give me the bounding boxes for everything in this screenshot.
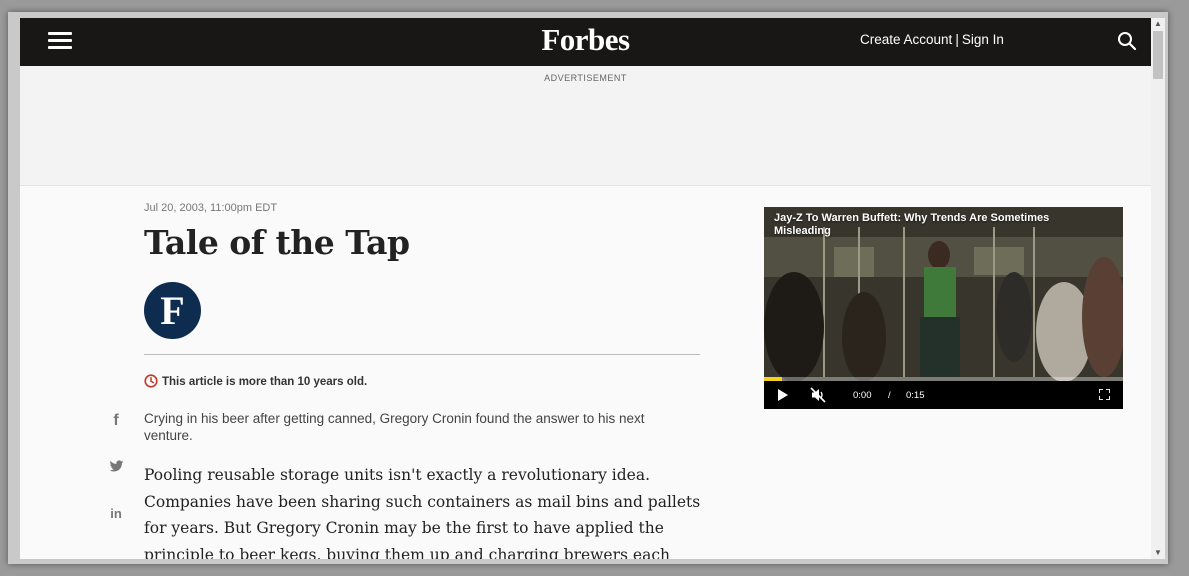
page-viewport: Forbes Create Account | Sign In ADVERTISEM… xyxy=(20,18,1151,559)
search-icon[interactable] xyxy=(1117,31,1137,51)
video-player[interactable]: Jay-Z To Warren Buffett: Why Trends Are … xyxy=(764,207,1123,409)
browser-window: Forbes Create Account | Sign In ADVERTISEM… xyxy=(8,12,1168,564)
scroll-up-arrow-icon[interactable]: ▲ xyxy=(1151,18,1165,30)
article-age-text: This article is more than 10 years old. xyxy=(162,376,368,388)
linkedin-icon[interactable]: in xyxy=(106,506,126,521)
advertisement-slot: ADVERTISEMENT xyxy=(20,66,1151,186)
divider xyxy=(144,354,700,355)
video-controls: 0:00 / 0:15 xyxy=(764,381,1123,409)
article-age-notice: This article is more than 10 years old. xyxy=(144,374,367,388)
clock-icon xyxy=(144,374,158,388)
sign-in-link[interactable]: Sign In xyxy=(962,32,1004,47)
account-links: Create Account | Sign In xyxy=(860,32,1004,47)
create-account-link[interactable]: Create Account xyxy=(860,32,952,47)
scroll-down-arrow-icon[interactable]: ▼ xyxy=(1151,547,1165,559)
account-separator: | xyxy=(955,32,959,47)
video-duration: 0:15 xyxy=(906,390,925,401)
article-body: Pooling reusable storage units isn't exa… xyxy=(144,466,701,559)
author-avatar[interactable]: F xyxy=(144,282,201,339)
top-navbar: Forbes Create Account | Sign In xyxy=(20,18,1151,66)
twitter-icon[interactable] xyxy=(106,460,126,478)
article-headline: Tale of the Tap xyxy=(144,223,410,262)
article-dek: Crying in his beer after getting canned,… xyxy=(144,411,645,443)
play-icon[interactable] xyxy=(778,389,788,404)
facebook-icon[interactable]: f xyxy=(106,412,126,430)
mute-icon[interactable] xyxy=(810,387,826,406)
fullscreen-icon[interactable] xyxy=(1098,388,1111,403)
article-timestamp: Jul 20, 2003, 11:00pm EDT xyxy=(144,202,278,214)
video-title: Jay-Z To Warren Buffett: Why Trends Are … xyxy=(774,212,1050,237)
vertical-scrollbar[interactable]: ▲ ▼ xyxy=(1151,18,1165,559)
advertisement-label: ADVERTISEMENT xyxy=(544,73,627,83)
video-current-time: 0:00 xyxy=(853,390,872,401)
scrollbar-thumb[interactable] xyxy=(1153,31,1163,79)
video-time-separator: / xyxy=(888,390,891,401)
